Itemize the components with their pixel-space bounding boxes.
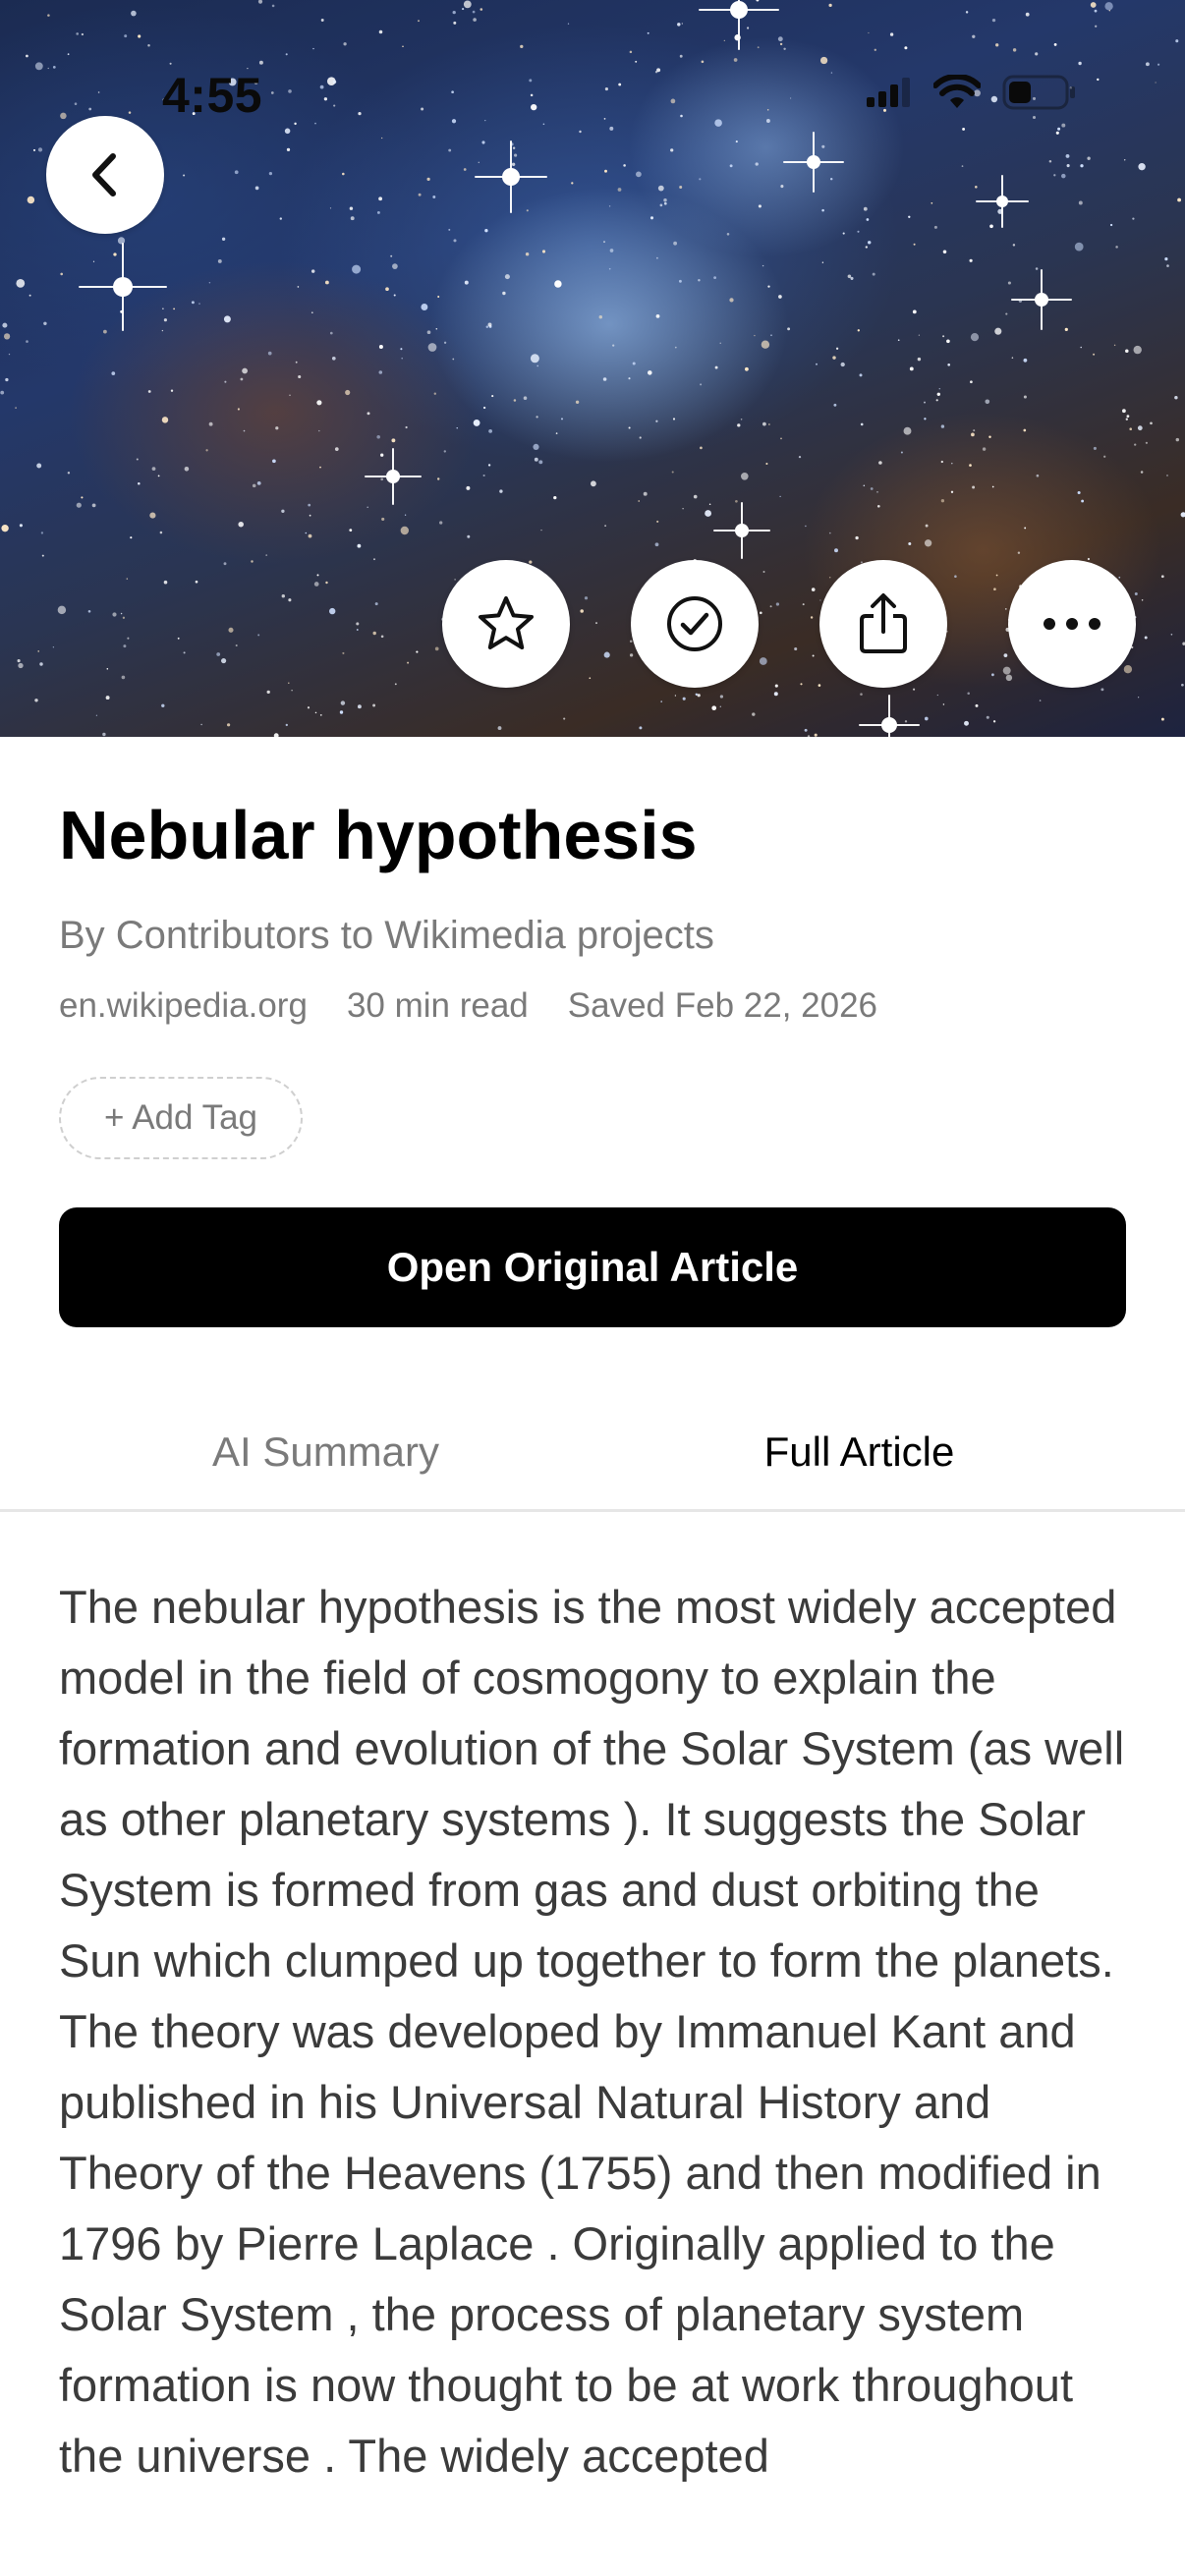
wifi-icon bbox=[933, 75, 981, 108]
check-circle-icon bbox=[667, 596, 722, 651]
mark-done-button[interactable] bbox=[631, 560, 759, 688]
article-byline: By Contributors to Wikimedia projects bbox=[59, 914, 714, 957]
open-original-article-button[interactable]: Open Original Article bbox=[59, 1207, 1126, 1327]
share-button[interactable] bbox=[819, 560, 947, 688]
hero-image: 4:55 bbox=[0, 0, 1185, 737]
back-button[interactable] bbox=[46, 116, 164, 234]
content-tabs: AI Summary Full Article bbox=[0, 1395, 1185, 1512]
more-options-button[interactable] bbox=[1008, 560, 1136, 688]
tab-ai-summary[interactable]: AI Summary bbox=[0, 1395, 592, 1509]
article-title: Nebular hypothesis bbox=[59, 797, 698, 873]
article-saved-date: Saved Feb 22, 2026 bbox=[567, 986, 878, 1025]
article-source: en.wikipedia.org bbox=[59, 986, 308, 1025]
add-tag-button[interactable]: + Add Tag bbox=[59, 1077, 303, 1159]
star-outline-icon bbox=[479, 596, 534, 649]
status-time: 4:55 bbox=[162, 68, 263, 123]
article-meta: en.wikipedia.org 30 min read Saved Feb 2… bbox=[59, 986, 877, 1026]
cellular-signal-icon bbox=[867, 78, 910, 107]
battery-icon bbox=[1002, 75, 1075, 110]
favorite-button[interactable] bbox=[442, 560, 570, 688]
status-icons bbox=[867, 75, 1077, 110]
chevron-left-icon bbox=[92, 153, 116, 196]
share-icon bbox=[860, 593, 907, 653]
tab-full-article[interactable]: Full Article bbox=[592, 1395, 1185, 1509]
article-read-time: 30 min read bbox=[346, 986, 529, 1025]
article-body-text: The nebular hypothesis is the most widel… bbox=[59, 1581, 1125, 2482]
ellipsis-icon bbox=[1044, 618, 1100, 630]
